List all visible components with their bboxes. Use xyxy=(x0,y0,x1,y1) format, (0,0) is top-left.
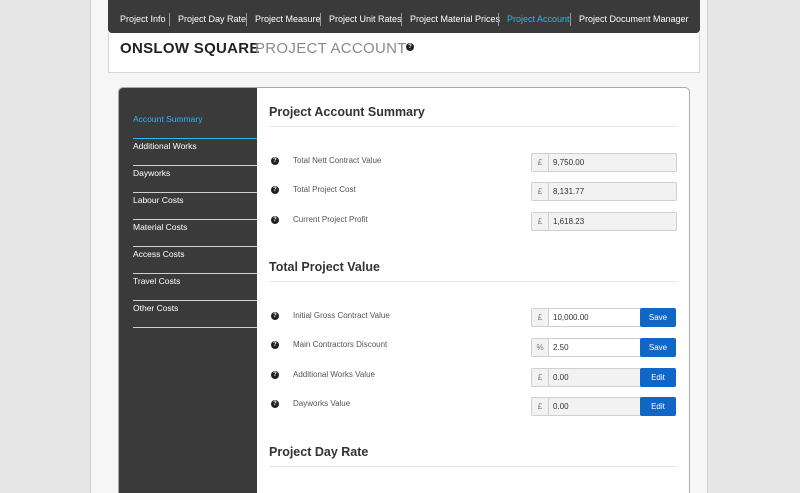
sidebar-item-label: Other Costs xyxy=(133,303,179,313)
edit-button[interactable]: Edit xyxy=(640,368,676,387)
main-panel: Account Summary Additional Works Daywork… xyxy=(118,87,690,493)
field-label: Total Nett Contract Value xyxy=(293,156,382,165)
section-title: Project Day Rate xyxy=(269,445,369,459)
help-icon[interactable]: ? xyxy=(271,371,279,379)
help-icon[interactable]: ? xyxy=(271,341,279,349)
help-icon[interactable]: ? xyxy=(271,312,279,320)
currency-addon: £ xyxy=(532,369,549,386)
sidebar-item-material-costs[interactable]: Material Costs xyxy=(133,220,257,247)
sidebar-item-account-summary[interactable]: Account Summary xyxy=(133,112,257,139)
sidebar-item-label: Dayworks xyxy=(133,168,171,178)
nav-divider xyxy=(320,13,321,26)
section-divider xyxy=(269,126,677,127)
tab-project-measure[interactable]: Project Measure xyxy=(255,0,321,33)
section-divider xyxy=(269,281,677,282)
sidebar-item-additional-works[interactable]: Additional Works xyxy=(133,139,257,166)
additional-works-value-field: £ 0.00 xyxy=(531,368,642,387)
nav-divider xyxy=(401,13,402,26)
nav-divider xyxy=(246,13,247,26)
field-label: Initial Gross Contract Value xyxy=(293,311,390,320)
help-icon[interactable]: ? xyxy=(271,186,279,194)
currency-addon: £ xyxy=(532,183,549,200)
sidebar-item-label: Additional Works xyxy=(133,141,197,151)
edit-button[interactable]: Edit xyxy=(640,397,676,416)
sidebar: Account Summary Additional Works Daywork… xyxy=(119,88,257,493)
help-icon[interactable]: ? xyxy=(271,157,279,165)
page-title: PROJECT ACCOUNT xyxy=(255,40,407,57)
nav-divider xyxy=(498,13,499,26)
currency-addon: £ xyxy=(532,398,549,415)
save-button[interactable]: Save xyxy=(640,338,676,357)
sidebar-item-dayworks[interactable]: Dayworks xyxy=(133,166,257,193)
field-label: Additional Works Value xyxy=(293,370,375,379)
help-icon[interactable]: ? xyxy=(271,216,279,224)
sidebar-item-labour-costs[interactable]: Labour Costs xyxy=(133,193,257,220)
field-value: 1,618.23 xyxy=(553,217,585,226)
field-value: 0.00 xyxy=(553,373,569,382)
tab-project-info[interactable]: Project Info xyxy=(120,0,166,33)
sidebar-item-label: Access Costs xyxy=(133,249,185,259)
nav-divider xyxy=(169,13,170,26)
tab-project-day-rate[interactable]: Project Day Rate xyxy=(178,0,246,33)
field-label: Dayworks Value xyxy=(293,399,351,408)
field-label: Main Contractors Discount xyxy=(293,340,388,349)
currency-addon: £ xyxy=(532,213,549,230)
field-label: Current Project Profit xyxy=(293,215,368,224)
nav-divider xyxy=(570,13,571,26)
save-button[interactable]: Save xyxy=(640,308,676,327)
sidebar-item-label: Account Summary xyxy=(133,114,203,124)
help-icon[interactable]: ? xyxy=(271,400,279,408)
initial-gross-contract-value-input[interactable]: £ 10,000.00 xyxy=(531,308,642,327)
tab-project-account[interactable]: Project Account xyxy=(507,0,570,33)
section-title: Project Account Summary xyxy=(269,105,425,119)
sidebar-item-label: Material Costs xyxy=(133,222,188,232)
field-value: 0.00 xyxy=(553,402,569,411)
sidebar-item-travel-costs[interactable]: Travel Costs xyxy=(133,274,257,301)
section-divider xyxy=(269,466,677,467)
help-icon[interactable]: ? xyxy=(406,43,414,51)
tab-project-material-prices[interactable]: Project Material Prices xyxy=(410,0,500,33)
dayworks-value-field: £ 0.00 xyxy=(531,397,642,416)
currency-addon: £ xyxy=(532,309,549,326)
currency-addon: £ xyxy=(532,154,549,171)
sidebar-item-access-costs[interactable]: Access Costs xyxy=(133,247,257,274)
field-label: Total Project Cost xyxy=(293,185,356,194)
project-name: ONSLOW SQUARE xyxy=(120,40,260,57)
main-contractors-discount-input[interactable]: % 2.50 xyxy=(531,338,642,357)
current-project-profit-field: £ 1,618.23 xyxy=(531,212,677,231)
total-nett-contract-value-field: £ 9,750.00 xyxy=(531,153,677,172)
field-value: 8,131.77 xyxy=(553,187,585,196)
sidebar-item-label: Labour Costs xyxy=(133,195,184,205)
total-project-cost-field: £ 8,131.77 xyxy=(531,182,677,201)
tab-project-document-manager[interactable]: Project Document Manager xyxy=(579,0,689,33)
percent-addon: % xyxy=(532,339,549,356)
sidebar-item-other-costs[interactable]: Other Costs xyxy=(133,301,257,328)
field-value: 9,750.00 xyxy=(553,158,585,167)
page-header: ONSLOW SQUARE PROJECT ACCOUNT ? xyxy=(108,33,700,73)
tab-project-unit-rates[interactable]: Project Unit Rates xyxy=(329,0,402,33)
field-value: 10,000.00 xyxy=(549,309,641,326)
field-value: 2.50 xyxy=(549,339,641,356)
content-area: Project Account Summary ? Total Nett Con… xyxy=(257,88,689,493)
section-title: Total Project Value xyxy=(269,260,380,274)
top-nav: Project Info Project Day Rate Project Me… xyxy=(108,0,700,33)
sidebar-item-label: Travel Costs xyxy=(133,276,181,286)
